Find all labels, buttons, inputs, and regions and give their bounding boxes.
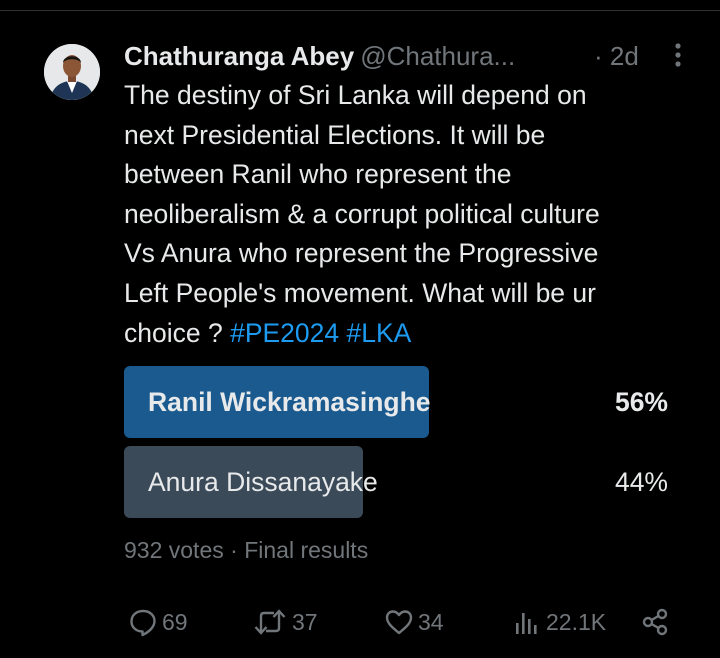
reply-button[interactable]: 69 bbox=[128, 600, 188, 644]
poll-meta: 932 votes · Final results bbox=[124, 537, 369, 563]
tweet-text: The destiny of Sri Lanka will depend on … bbox=[124, 76, 704, 353]
like-button[interactable]: 34 bbox=[384, 600, 444, 644]
action-bar: 69 37 34 22.1K bbox=[124, 600, 684, 644]
hashtag-pe2024[interactable]: #PE2024 bbox=[230, 318, 339, 348]
poll-option-percent: 56% bbox=[614, 387, 668, 417]
author-name[interactable]: Chathuranga Abey bbox=[124, 41, 354, 71]
poll-option-anura: Anura Dissanayake 44% bbox=[124, 446, 668, 518]
poll-option-label: Ranil Wickramasinghe bbox=[148, 387, 431, 417]
more-vertical-icon[interactable] bbox=[666, 40, 690, 70]
views-count: 22.1K bbox=[546, 608, 607, 635]
poll-option-percent: 44% bbox=[614, 467, 668, 497]
poll-option-ranil: Ranil Wickramasinghe 56% bbox=[124, 366, 668, 438]
avatar-image bbox=[44, 44, 100, 100]
repost-icon bbox=[254, 609, 286, 635]
reply-count: 69 bbox=[162, 608, 188, 635]
tweet-body: The destiny of Sri Lanka will depend on … bbox=[124, 80, 600, 348]
avatar[interactable] bbox=[44, 44, 100, 100]
like-count: 34 bbox=[418, 608, 444, 635]
poll-status: Final results bbox=[244, 537, 369, 563]
tweet-header: Chathuranga Abey @Chathura... · 2d bbox=[124, 38, 704, 74]
post-time[interactable]: · 2d bbox=[594, 38, 639, 74]
hashtag-lka[interactable]: #LKA bbox=[347, 318, 412, 348]
poll-option-label: Anura Dissanayake bbox=[148, 467, 378, 497]
poll-votes: 932 votes bbox=[124, 537, 224, 563]
repost-button[interactable]: 37 bbox=[252, 600, 318, 644]
author-handle[interactable]: @Chathura... bbox=[360, 41, 515, 71]
share-icon bbox=[642, 608, 668, 636]
share-button[interactable] bbox=[640, 600, 670, 644]
heart-icon bbox=[385, 610, 413, 635]
views-button[interactable]: 22.1K bbox=[512, 600, 606, 644]
repost-count: 37 bbox=[292, 608, 318, 635]
views-chart-icon bbox=[516, 613, 537, 634]
reply-icon bbox=[130, 609, 156, 637]
top-divider bbox=[0, 10, 720, 11]
